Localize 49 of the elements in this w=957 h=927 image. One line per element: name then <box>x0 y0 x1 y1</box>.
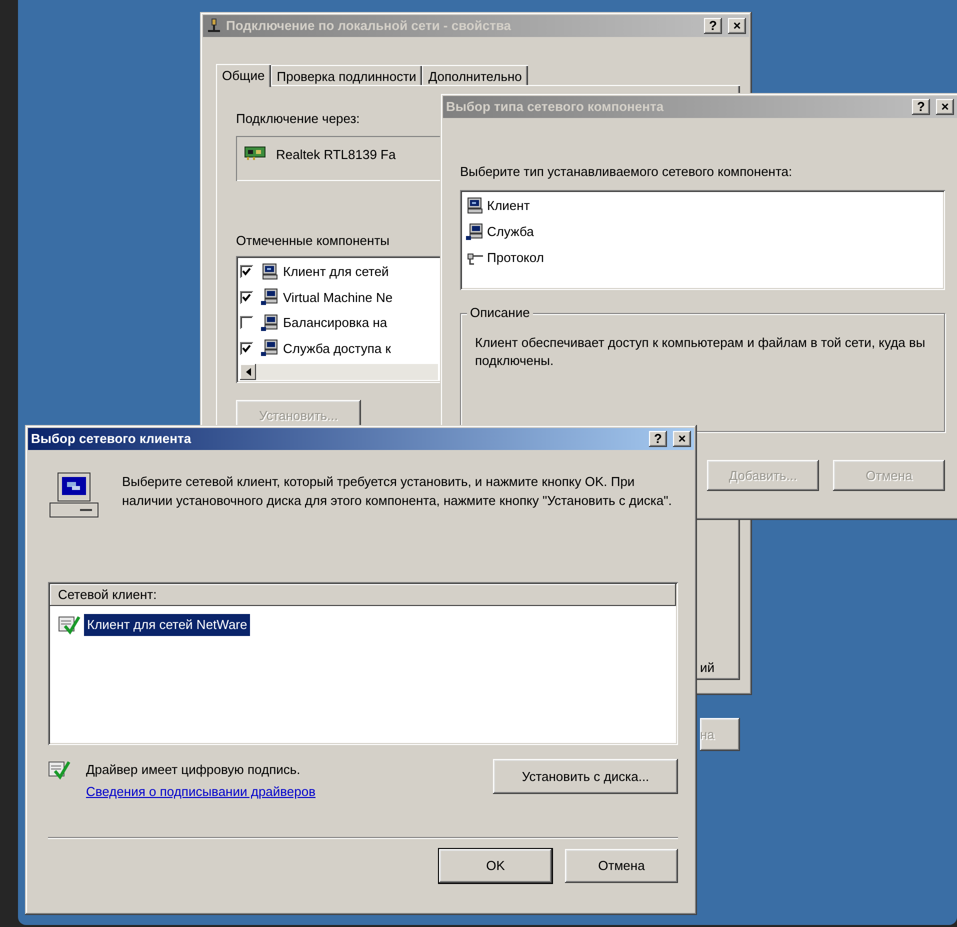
description-text: Клиент обеспечивает доступ к компьютерам и файлам в той сети, куда вы подключены. <box>475 334 926 370</box>
tab[interactable]: Общие <box>216 64 271 87</box>
button[interactable]: Установить с диска... <box>493 759 678 794</box>
list-item[interactable]: Virtual Machine Ne <box>283 288 393 307</box>
server-icon <box>261 339 279 358</box>
column-header: Сетевой клиент: <box>50 584 676 606</box>
signature-text: Драйвер имеет цифровую подпись. <box>86 761 302 779</box>
computer-icon <box>48 472 100 520</box>
list-item[interactable]: Протокол <box>487 248 544 268</box>
tab[interactable]: Проверка подлинности <box>270 65 422 85</box>
server-icon <box>261 288 279 306</box>
list-item[interactable]: Клиент <box>487 196 530 216</box>
computer-icon <box>261 262 279 281</box>
list-item[interactable]: Служба <box>487 222 534 242</box>
network-card-icon <box>244 145 268 161</box>
check-mark-icon <box>242 344 251 353</box>
signed-driver-icon <box>48 759 72 781</box>
close-button[interactable]: × <box>673 431 691 447</box>
computer-icon <box>466 197 484 215</box>
check-mark-icon <box>242 292 251 302</box>
button[interactable]: Отмена <box>565 849 678 883</box>
section-label: Отмеченные компоненты <box>236 233 391 249</box>
list-item[interactable]: Клиент для сетей <box>283 262 389 282</box>
scroll-left-button[interactable] <box>240 364 256 380</box>
list-item[interactable]: Балансировка на <box>283 313 388 332</box>
help-button[interactable]: ? <box>649 431 667 447</box>
prompt-label: Выберите тип устанавливаемого сетевого компонента: <box>460 164 794 180</box>
check-mark-icon <box>242 267 251 276</box>
list-item[interactable]: Служба доступа к <box>283 338 391 358</box>
close-button[interactable]: × <box>728 18 746 34</box>
signed-driver-icon <box>58 614 82 636</box>
list-item[interactable]: Клиент для сетей NetWare <box>84 614 250 636</box>
help-button[interactable]: ? <box>912 99 930 115</box>
scrollbar[interactable] <box>240 364 438 380</box>
info-link[interactable]: Сведения о подписывании драйверов <box>86 784 316 799</box>
field-label: Подключение через: <box>236 111 361 127</box>
instruction-text: Выберите сетевой клиент, который требуется установить, и нажмите кнопку OK. При наличии установочного диска для этого компонента, нажмите кнопку "Установить с диска". <box>122 473 673 510</box>
network-icon <box>206 18 222 34</box>
window-title: Выбор сетевого клиента <box>31 430 192 448</box>
window-title: Выбор типа сетевого компонента <box>446 98 664 116</box>
option-label: ий <box>700 659 715 677</box>
left-arrow-icon <box>246 368 250 376</box>
button[interactable]: OK <box>439 849 552 883</box>
close-button[interactable]: × <box>936 99 954 115</box>
server-icon <box>261 314 279 332</box>
server-icon <box>466 223 484 241</box>
help-button[interactable]: ? <box>704 18 722 34</box>
tab[interactable]: Дополнительно <box>422 65 528 85</box>
adapter-name: Realtek RTL8139 Fa <box>276 146 396 164</box>
